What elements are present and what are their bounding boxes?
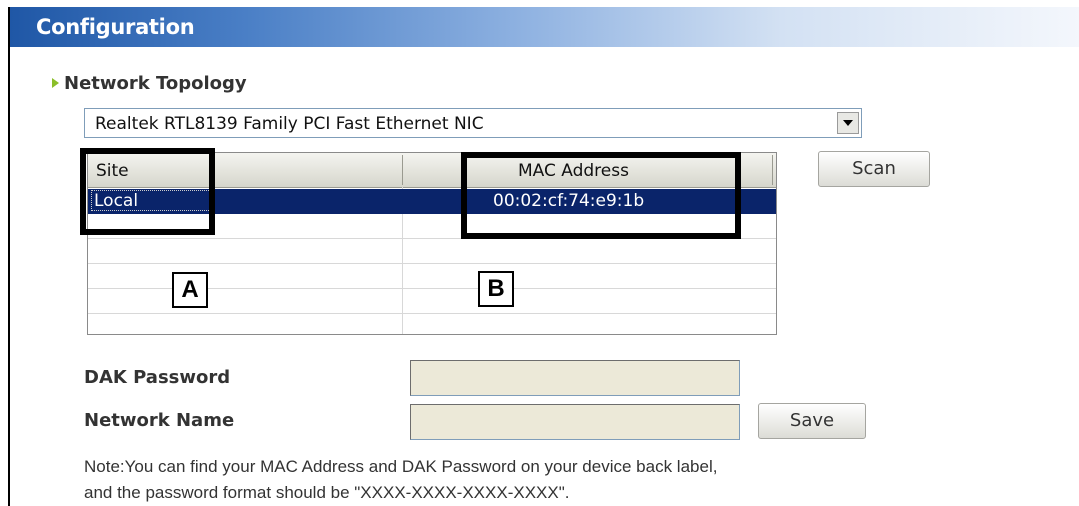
dak-password-field[interactable]	[410, 360, 740, 396]
header-divider	[402, 155, 403, 185]
chevron-down-icon	[843, 120, 853, 126]
note-line-2: and the password format should be "XXXX-…	[84, 483, 570, 502]
network-name-field[interactable]	[410, 404, 740, 440]
note-text: Note:You can find your MAC Address and D…	[84, 454, 984, 506]
save-button[interactable]: Save	[758, 403, 866, 439]
panel-title: Configuration	[36, 15, 195, 39]
dak-password-label: DAK Password	[84, 367, 231, 388]
scan-button[interactable]: Scan	[818, 151, 930, 187]
callout-highlight-mac	[461, 152, 741, 239]
section-bullet-icon	[52, 78, 59, 88]
note-line-1: Note:You can find your MAC Address and D…	[84, 457, 718, 476]
section-title: Network Topology	[64, 73, 247, 94]
callout-label-a: A	[172, 272, 208, 308]
panel-header: Configuration	[10, 7, 1079, 47]
dropdown-arrow-button[interactable]	[837, 112, 859, 134]
table-row-empty	[88, 314, 776, 334]
network-adapter-dropdown[interactable]: Realtek RTL8139 Family PCI Fast Ethernet…	[84, 108, 862, 138]
network-name-label: Network Name	[84, 410, 235, 431]
header-divider	[772, 155, 773, 185]
callout-label-b: B	[478, 271, 514, 307]
dropdown-selected-value: Realtek RTL8139 Family PCI Fast Ethernet…	[95, 114, 484, 134]
table-row-empty	[88, 239, 776, 264]
top-strip	[0, 0, 1079, 7]
callout-highlight-site	[80, 148, 215, 235]
